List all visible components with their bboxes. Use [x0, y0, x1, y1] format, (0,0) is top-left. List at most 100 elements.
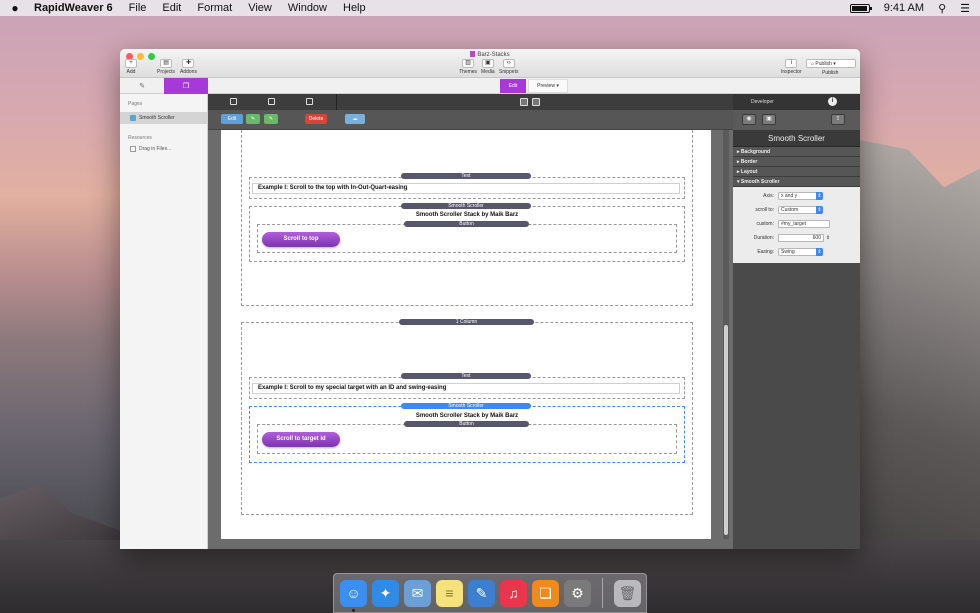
section-layout[interactable]: ▸ Layout	[733, 167, 860, 177]
apple-menu-icon[interactable]: ●	[0, 1, 30, 15]
menu-file[interactable]: File	[121, 2, 155, 14]
delete-stack-button[interactable]: Delete	[305, 114, 327, 124]
addons-icon: ✚	[182, 59, 195, 68]
home-icon: ⌂	[811, 61, 815, 67]
file-icon	[130, 146, 136, 152]
scroll-to-target-button[interactable]: Scroll to target id	[262, 432, 340, 447]
stack-title-2: Smooth Scroller Stack by Maik Barz	[415, 413, 519, 419]
edit-stack-button[interactable]: Edit	[221, 114, 243, 124]
stack-label-smooth-scroller-2: Smooth Scroller	[401, 403, 531, 409]
duration-row: Duration: 600 ⇕	[753, 234, 831, 242]
menu-help[interactable]: Help	[335, 2, 374, 14]
snippets-icon: ‹›	[502, 59, 515, 68]
menu-bar: ● RapidWeaver 6 File Edit Format View Wi…	[0, 0, 980, 16]
duration-input[interactable]: 600	[778, 234, 824, 242]
stack-label-text-2: Text	[401, 373, 531, 379]
spotlight-icon[interactable]: ⚲	[938, 2, 946, 15]
axis-select[interactable]: x and y ⇕	[778, 192, 823, 200]
title-bar: Barz-Stacks + Add ▤ Projects ✚ Addons ▥ Them…	[120, 49, 860, 78]
addons-button[interactable]: ✚ Addons	[180, 59, 197, 75]
stack-label-button-2: Button	[404, 421, 529, 427]
app-menu[interactable]: RapidWeaver 6	[30, 2, 121, 14]
eye-icon[interactable]: ◉	[742, 114, 756, 125]
lock-icon[interactable]: ▣	[762, 114, 776, 125]
templates-icon[interactable]	[268, 98, 275, 105]
scroll-to-select[interactable]: Custom ⇕	[778, 206, 823, 214]
tab-pages[interactable]: ❐	[164, 78, 208, 94]
battery-icon[interactable]	[849, 3, 872, 13]
example-text-2[interactable]: Example I: Scroll to my special target w…	[252, 383, 680, 394]
inspector-panel: Developer i ◉ ▣ ⇪ Smooth Scroller ▸ Back…	[733, 94, 860, 549]
safari-icon[interactable]: ✦	[372, 579, 399, 607]
menu-edit[interactable]: Edit	[154, 2, 189, 14]
menu-format[interactable]: Format	[189, 2, 240, 14]
document-icon	[470, 51, 476, 57]
duration-stepper[interactable]: ⇕	[826, 235, 830, 241]
inspector-tools: ◉ ▣ ⇪	[733, 110, 860, 130]
themes-button[interactable]: ▥ Themes	[459, 59, 477, 75]
page-canvas: Text Example I: Scroll to the top with I…	[221, 130, 711, 539]
layout-toggle-icon[interactable]	[532, 98, 540, 106]
media-button[interactable]: ▣ Media	[481, 59, 495, 75]
stacks-library-icon[interactable]	[230, 98, 237, 105]
stack-title: Smooth Scroller Stack by Maik Barz	[415, 212, 519, 218]
notes-icon[interactable]: ≡	[436, 579, 463, 607]
add-button[interactable]: + Add	[125, 59, 137, 75]
menu-view[interactable]: View	[240, 2, 280, 14]
chevron-down-icon: ▾	[556, 83, 559, 89]
projects-button[interactable]: ▤ Projects	[157, 59, 175, 75]
tab-settings[interactable]: ✎	[120, 78, 164, 94]
clock[interactable]: 9:41 AM	[884, 2, 924, 14]
preview-mode-button[interactable]: Preview ▾	[528, 79, 568, 93]
axis-row: Axis: x and y ⇕	[763, 192, 823, 200]
info-icon[interactable]: i	[828, 97, 837, 106]
stack-label-text: Text	[401, 173, 531, 179]
publish-button[interactable]: ⌂ Publish ▾	[806, 59, 856, 68]
ibooks-icon[interactable]: ❏	[532, 579, 559, 607]
itunes-icon[interactable]: ♫	[500, 579, 527, 607]
themes-icon: ▥	[462, 59, 475, 68]
scroll-to-row: scroll to: Custom ⇕	[755, 206, 823, 214]
width-toggle-icon[interactable]	[520, 98, 528, 106]
scroll-to-top-button[interactable]: Scroll to top	[262, 232, 340, 247]
section-background[interactable]: ▸ Background	[733, 147, 860, 157]
projects-icon: ▤	[160, 59, 173, 68]
developer-label: Developer	[751, 99, 774, 105]
duplicate-stack-icon[interactable]: ✎	[264, 114, 278, 124]
pages-icon: ❐	[182, 83, 190, 90]
scrollbar-thumb[interactable]	[724, 325, 728, 535]
publish-label: Publish	[822, 70, 839, 76]
menu-window[interactable]: Window	[280, 2, 335, 14]
select-arrows-icon: ⇕	[816, 248, 823, 256]
notification-center-icon[interactable]: ☰	[960, 2, 970, 15]
select-arrows-icon: ⇕	[816, 192, 823, 200]
mode-bar: ✎ ❐ Edit Preview ▾	[120, 78, 860, 94]
easing-select[interactable]: Swing ⇕	[778, 248, 823, 256]
running-indicator	[352, 608, 355, 612]
snippets-button[interactable]: ‹› Snippets	[499, 59, 518, 75]
section-border[interactable]: ▸ Border	[733, 157, 860, 167]
sidebar-item-smooth-scroller[interactable]: Smooth Scroller	[120, 112, 207, 124]
custom-row: custom: #my_target	[733, 217, 860, 231]
drag-in-files[interactable]: Drag in Files...	[120, 141, 207, 152]
export-icon[interactable]: ⇪	[831, 114, 845, 125]
editor-scrollbar[interactable]	[723, 130, 729, 539]
inspector-button[interactable]: i Inspector	[781, 59, 802, 75]
add-stack-icon[interactable]: ✎	[246, 114, 260, 124]
cloud-icon[interactable]: ☁	[345, 114, 365, 124]
page-icon	[130, 115, 136, 121]
mail-icon[interactable]: ✉	[404, 579, 431, 607]
system-preferences-icon[interactable]: ⚙	[564, 579, 591, 607]
section-smooth-scroller[interactable]: ▾ Smooth Scroller	[733, 177, 860, 187]
finder-icon[interactable]: ☺	[340, 579, 367, 612]
library-toolbar	[208, 94, 733, 110]
stack-label-column: 1 Column	[399, 319, 534, 325]
images-icon[interactable]	[306, 98, 313, 105]
dock: ☺ ✦ ✉ ≡ ✎ ♫ ❏ ⚙ 🗑	[333, 573, 647, 613]
custom-target-input[interactable]: #my_target	[778, 220, 830, 228]
plus-icon: +	[125, 59, 137, 68]
example-text-1[interactable]: Example I: Scroll to the top with In-Out…	[252, 183, 680, 194]
trash-icon[interactable]: 🗑	[614, 579, 641, 607]
rapidweaver-icon[interactable]: ✎	[468, 579, 495, 607]
edit-mode-button[interactable]: Edit	[500, 79, 526, 93]
